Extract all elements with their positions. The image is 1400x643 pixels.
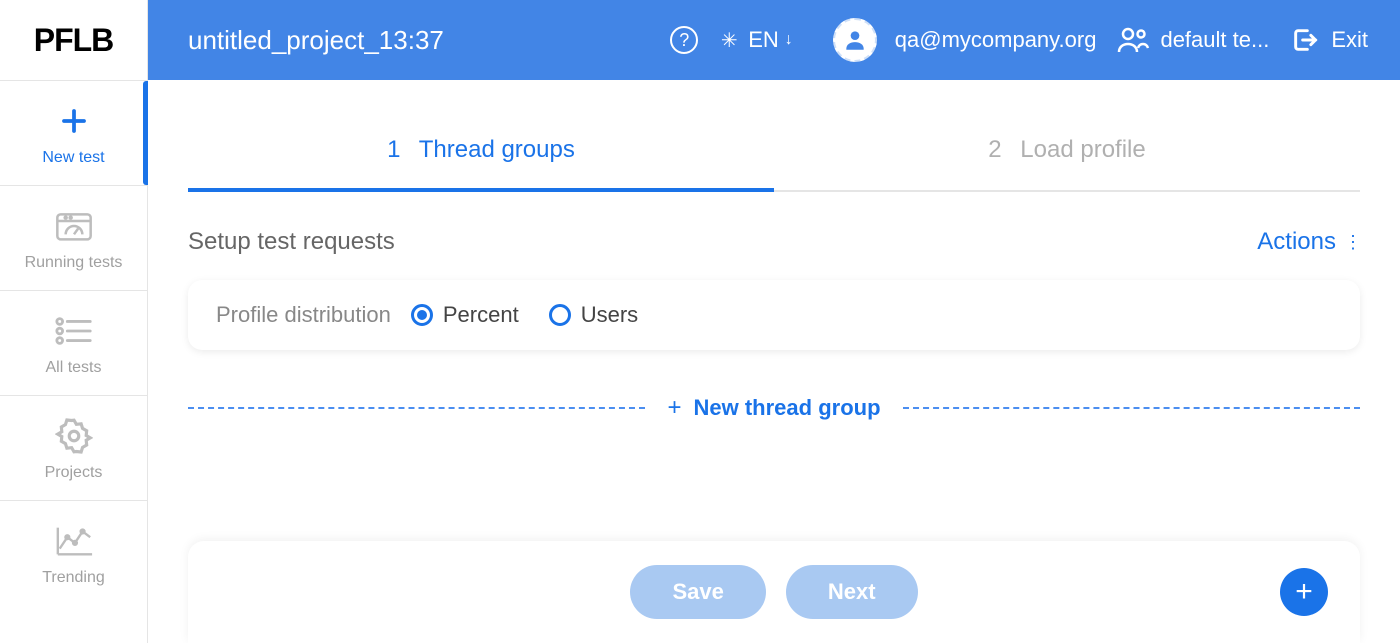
sidebar-item-new-test[interactable]: New test	[0, 80, 147, 185]
content-area: 1 Thread groups 2 Load profile Setup tes…	[148, 80, 1400, 643]
sidebar-item-label: Trending	[42, 569, 105, 587]
new-thread-group-label: New thread group	[694, 395, 881, 421]
sidebar-item-trending[interactable]: Trending	[0, 500, 147, 605]
save-button[interactable]: Save	[630, 565, 765, 619]
sidebar-item-label: Projects	[45, 464, 103, 482]
tab-thread-groups[interactable]: 1 Thread groups	[188, 100, 774, 190]
radio-icon	[549, 304, 571, 326]
tab-label: Load profile	[1020, 136, 1145, 163]
distribution-card: Profile distribution Percent Users	[188, 280, 1360, 350]
user-menu[interactable]: qa@mycompany.org	[833, 18, 1097, 62]
radio-users[interactable]: Users	[549, 302, 638, 328]
tab-label: Thread groups	[419, 136, 575, 163]
plus-icon	[54, 101, 94, 141]
header: untitled_project_13:37 ? ✳ EN ↓ qa@mycom…	[148, 0, 1400, 80]
tabs: 1 Thread groups 2 Load profile	[188, 100, 1360, 192]
gauge-icon	[54, 206, 94, 246]
team-selector[interactable]: default te...	[1116, 23, 1269, 57]
bottom-bar: Save Next +	[188, 541, 1360, 643]
avatar-icon	[833, 18, 877, 62]
chevron-down-icon: ↓	[785, 31, 793, 49]
section-title: Setup test requests	[188, 228, 1257, 256]
sidebar-item-running-tests[interactable]: Running tests	[0, 185, 147, 290]
radio-icon	[411, 304, 433, 326]
user-email: qa@mycompany.org	[895, 27, 1097, 53]
fab-add-button[interactable]: +	[1280, 568, 1328, 616]
sidebar-item-label: All tests	[45, 359, 101, 377]
team-label: default te...	[1160, 27, 1269, 53]
radio-percent[interactable]: Percent	[411, 302, 519, 328]
chart-icon	[54, 521, 94, 561]
brand-logo: PFLB	[0, 0, 147, 80]
radio-label: Percent	[443, 302, 519, 328]
flag-icon: ✳	[718, 29, 740, 51]
radio-label: Users	[581, 302, 638, 328]
sidebar-item-label: New test	[42, 149, 104, 167]
divider-line	[188, 407, 645, 409]
exit-button[interactable]: Exit	[1289, 24, 1368, 56]
project-title: untitled_project_13:37	[188, 25, 444, 56]
actions-label: Actions	[1257, 228, 1336, 256]
help-button[interactable]: ?	[670, 26, 698, 54]
exit-icon	[1289, 24, 1321, 56]
help-icon: ?	[670, 26, 698, 54]
language-selector[interactable]: ✳ EN ↓	[718, 27, 793, 53]
sidebar-item-projects[interactable]: Projects	[0, 395, 147, 500]
team-icon	[1116, 23, 1150, 57]
sidebar-item-all-tests[interactable]: All tests	[0, 290, 147, 395]
distribution-label: Profile distribution	[216, 302, 391, 328]
sidebar: PFLB New test Running tests All tests Pr…	[0, 0, 148, 643]
actions-menu[interactable]: Actions ⋮	[1257, 228, 1360, 256]
tab-number: 1	[387, 136, 400, 163]
more-icon: ⋮	[1344, 232, 1360, 253]
divider-line	[903, 407, 1360, 409]
plus-icon: +	[1295, 575, 1313, 609]
new-thread-group-button[interactable]: + New thread group	[645, 394, 902, 422]
new-thread-group-row: + New thread group	[188, 394, 1360, 422]
tab-number: 2	[988, 136, 1001, 163]
sidebar-item-label: Running tests	[25, 254, 123, 272]
list-icon	[54, 311, 94, 351]
language-label: EN	[748, 27, 779, 53]
plus-icon: +	[667, 394, 681, 422]
gear-icon	[54, 416, 94, 456]
next-button[interactable]: Next	[786, 565, 918, 619]
tab-load-profile[interactable]: 2 Load profile	[774, 100, 1360, 190]
exit-label: Exit	[1331, 27, 1368, 53]
